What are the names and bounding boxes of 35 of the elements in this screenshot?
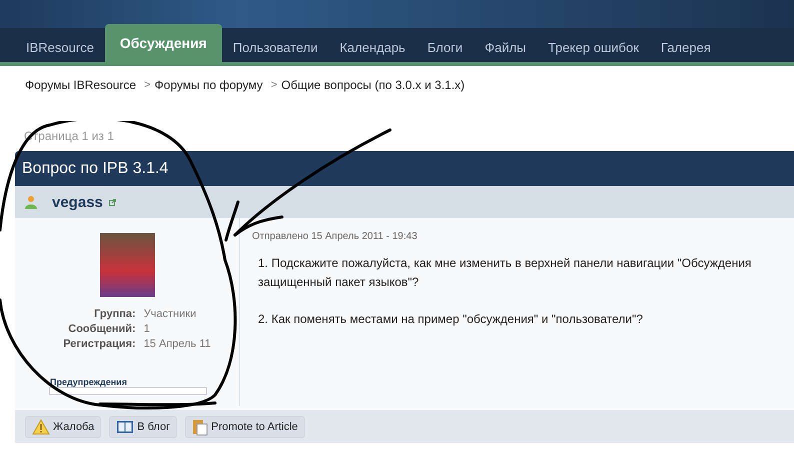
avatar-photo-placeholder <box>100 233 154 297</box>
breadcrumb-link[interactable]: Форумы IBResource <box>25 78 136 92</box>
nav-tab[interactable]: Галерея <box>650 32 722 62</box>
info-value: Участники <box>144 308 198 320</box>
nav-tab[interactable]: IBResource <box>15 32 105 62</box>
clipboard-icon <box>192 418 208 436</box>
post-date: Отправлено 15 Апрель 2011 - 19:43 <box>252 231 418 242</box>
info-value: 15 Апрель 11 <box>144 338 211 350</box>
book-icon <box>116 420 134 434</box>
info-label: Сообщений: <box>67 323 136 335</box>
action-button[interactable]: В блог <box>109 416 178 438</box>
info-label: Группа: <box>93 308 136 320</box>
post-text: защищенный пакет языков"? <box>258 274 420 291</box>
warnings-label: Предупреждения <box>50 377 127 387</box>
post-text: 1. Подскажите пожалуйста, как мне изменить в верхней панели навигации "Обсуждения <box>258 255 752 272</box>
post-text: 2. Как поменять местами на пример "обсуждения" и "пользователи"? <box>258 311 644 328</box>
breadcrumb-separator: > <box>144 79 151 91</box>
action-button[interactable]: Promote to Article <box>185 416 305 438</box>
user-icon <box>24 195 38 209</box>
nav-tab[interactable]: Трекер ошибок <box>537 32 650 62</box>
breadcrumb-separator: > <box>270 79 278 91</box>
nav-tab[interactable]: Файлы <box>474 32 538 62</box>
topic-title: Вопрос по IPB 3.1.4 <box>15 151 794 186</box>
breadcrumb-link[interactable]: Форумы по форуму <box>154 78 263 92</box>
action-button[interactable]: Жалоба <box>25 416 102 438</box>
external-link-icon <box>108 198 116 206</box>
nav-tab[interactable]: Календарь <box>328 32 416 62</box>
nav-tab[interactable]: Пользователи <box>222 32 329 62</box>
nav-tab[interactable]: Блоги <box>416 32 474 62</box>
info-label: Регистрация: <box>63 338 136 350</box>
nav-tab[interactable]: Обсуждения <box>104 24 222 62</box>
breadcrumb-link[interactable]: Общие вопросы (по 3.0.x и 3.1.x) <box>281 78 465 92</box>
author-link[interactable]: vegass <box>52 194 103 210</box>
warning-icon <box>32 418 50 434</box>
info-value: 1 <box>144 323 151 335</box>
